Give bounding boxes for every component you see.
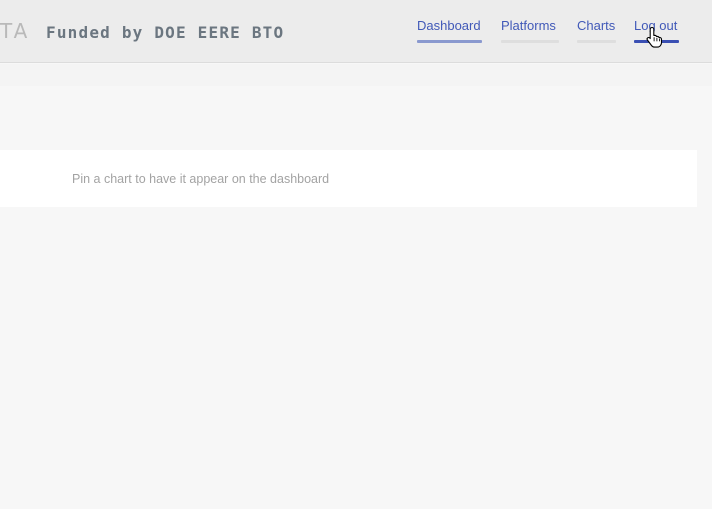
nav-platforms-underline [501, 40, 559, 43]
nav-charts-underline [577, 40, 616, 43]
main-nav: Dashboard Platforms Charts Log out [0, 18, 712, 46]
nav-dashboard-link[interactable]: Dashboard [417, 18, 481, 34]
header-subband [0, 64, 712, 86]
app-window: TA Funded by DOE EERE BTO Dashboard Plat… [0, 0, 712, 509]
hand-pointer-icon [646, 26, 663, 48]
nav-platforms-link[interactable]: Platforms [501, 18, 556, 34]
nav-dashboard-underline [417, 40, 482, 43]
top-header: TA Funded by DOE EERE BTO Dashboard Plat… [0, 0, 712, 63]
empty-state-message: Pin a chart to have it appear on the das… [72, 172, 330, 186]
dashboard-empty-state: Pin a chart to have it appear on the das… [0, 150, 697, 207]
nav-charts-link[interactable]: Charts [577, 18, 615, 34]
